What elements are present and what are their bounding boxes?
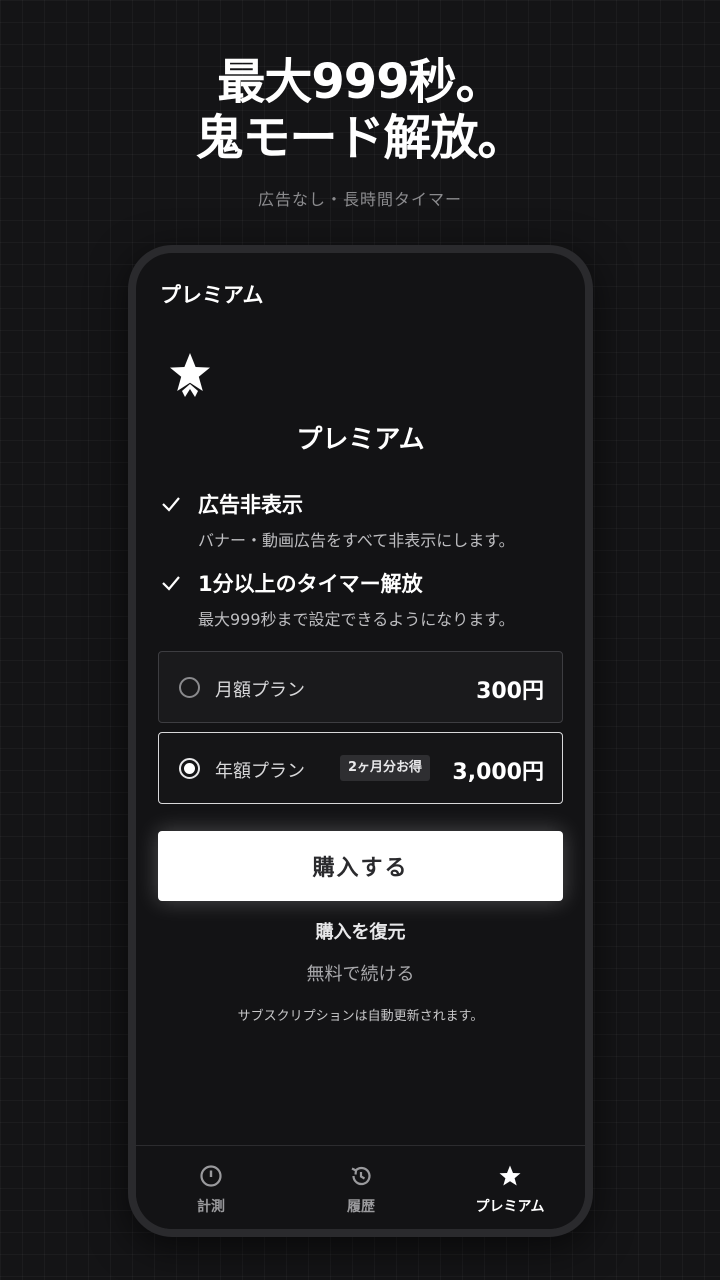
savings-badge: 2ヶ月分お得 [340, 755, 431, 781]
tab-label: 履歴 [347, 1199, 375, 1215]
feature-description: バナー・動画広告をすべて非表示にします。 [198, 531, 515, 550]
premium-heading: プレミアム [296, 425, 425, 455]
app-screen: プレミアム プレミアム 広告非表示 バナー・動画広告をすべて非表示にします。 1… [136, 253, 585, 1229]
timer-icon [200, 1165, 222, 1187]
star-icon [499, 1165, 521, 1186]
feature-title: 広告非表示 [198, 493, 303, 517]
tab-label: プレミアム [475, 1199, 545, 1215]
tab-timer[interactable]: 計測 [136, 1146, 286, 1229]
tab-label: 計測 [197, 1199, 225, 1215]
buy-button[interactable]: 購入する [158, 831, 563, 901]
promo-headline: 最大999秒。 鬼モード解放。 [0, 54, 720, 166]
promo-headline-line2: 鬼モード解放。 [195, 110, 525, 166]
app-title: プレミアム [160, 283, 264, 307]
monthly-plan-option[interactable]: 月額プラン 300円 [158, 651, 563, 723]
subscription-note: サブスクリプションは自動更新されます。 [237, 1009, 484, 1024]
bottom-tab-bar: 計測 履歴 プレミアム [136, 1145, 585, 1229]
yearly-plan-option[interactable]: 年額プラン 2ヶ月分お得 3,000円 [158, 732, 563, 804]
radio-selected[interactable] [179, 758, 200, 779]
check-icon [162, 576, 180, 591]
plan-name: 月額プラン [215, 680, 305, 701]
tab-premium[interactable]: プレミアム [435, 1146, 585, 1229]
feature-title: 1分以上のタイマー解放 [198, 572, 423, 596]
promo-subheadline: 広告なし・長時間タイマー [257, 190, 462, 209]
check-icon [162, 497, 180, 512]
tab-history[interactable]: 履歴 [286, 1146, 436, 1229]
radio-unselected[interactable] [179, 677, 200, 698]
promo-headline-line1: 最大999秒。 [217, 54, 503, 110]
feature-description: 最大999秒まで設定できるようになります。 [198, 610, 515, 629]
history-icon [351, 1166, 371, 1186]
continue-free-link[interactable]: 無料で続ける [136, 960, 585, 986]
plan-price: 300円 [476, 679, 544, 704]
promo-header: 最大999秒。 鬼モード解放。 広告なし・長時間タイマー [0, 54, 720, 210]
restore-purchase-link[interactable]: 購入を復元 [136, 918, 585, 944]
plan-name: 年額プラン [215, 761, 305, 782]
phone-frame: プレミアム プレミアム 広告非表示 バナー・動画広告をすべて非表示にします。 1… [128, 245, 593, 1237]
premium-star-icon [170, 353, 210, 397]
plan-price: 3,000円 [452, 760, 544, 785]
